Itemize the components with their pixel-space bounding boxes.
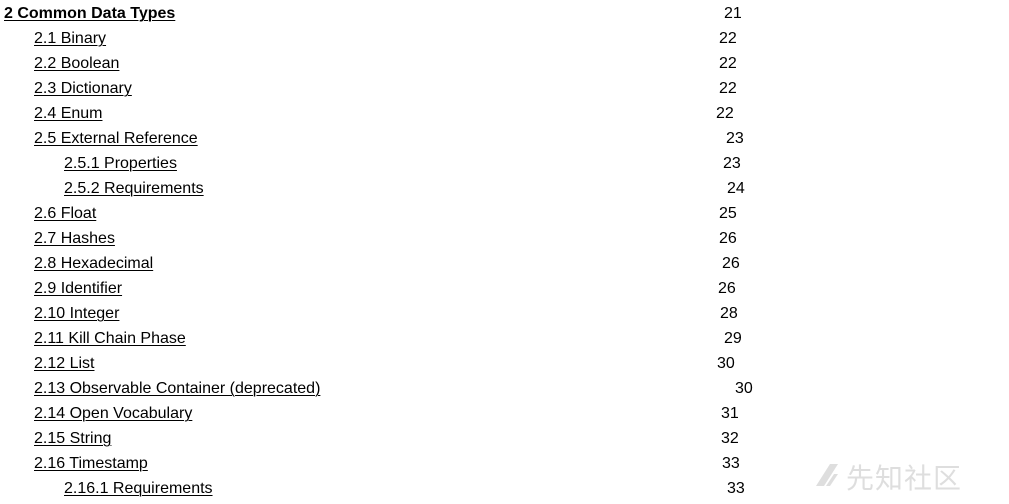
toc-entry-2-3: 2.3 Dictionary 22: [34, 76, 1004, 101]
toc-page-number: 26: [719, 230, 737, 247]
toc-link-timestamp-requirements[interactable]: 2.16.1 Requirements: [64, 480, 213, 497]
toc-entry-2-14: 2.14 Open Vocabulary 31: [34, 401, 1004, 426]
toc-page-number: 28: [720, 305, 738, 322]
toc-page-number: 23: [723, 155, 741, 172]
toc-entry-2-2: 2.2 Boolean 22: [34, 51, 1004, 76]
toc-page-number: 22: [719, 55, 737, 72]
toc-link-kill-chain-phase[interactable]: 2.11 Kill Chain Phase: [34, 330, 186, 347]
toc-page-number: 26: [718, 280, 736, 297]
toc-link-enum[interactable]: 2.4 Enum: [34, 105, 102, 122]
toc-page-number: 29: [724, 330, 742, 347]
toc-entry-2-5-2: 2.5.2 Requirements 24: [64, 176, 1004, 201]
toc-page-number: 30: [735, 380, 753, 397]
toc-page-number: 24: [727, 180, 745, 197]
toc-link-observable-container[interactable]: 2.13 Observable Container (deprecated): [34, 380, 320, 397]
toc-page-number: 23: [726, 130, 744, 147]
toc-entry-2-11: 2.11 Kill Chain Phase 29: [34, 326, 1004, 351]
toc-entry-2-1: 2.1 Binary 22: [34, 26, 1004, 51]
toc-link-hexadecimal[interactable]: 2.8 Hexadecimal: [34, 255, 153, 272]
toc-link-properties[interactable]: 2.5.1 Properties: [64, 155, 177, 172]
toc-page-number: 21: [724, 5, 742, 22]
toc-entry-2-12: 2.12 List 30: [34, 351, 1004, 376]
toc-entry-2-5-1: 2.5.1 Properties 23: [64, 151, 1004, 176]
toc-link-float[interactable]: 2.6 Float: [34, 205, 96, 222]
toc-page-number: 33: [727, 480, 745, 497]
toc-link-dictionary[interactable]: 2.3 Dictionary: [34, 80, 132, 97]
toc-entry-2-13: 2.13 Observable Container (deprecated) 3…: [34, 376, 1004, 401]
watermark-text: 先知社区: [846, 462, 963, 495]
toc-entry-2-10: 2.10 Integer 28: [34, 301, 1004, 326]
toc-page-number: 22: [719, 80, 737, 97]
toc-entry-2-15: 2.15 String 32: [34, 426, 1004, 451]
toc-entry-2-4: 2.4 Enum 22: [34, 101, 1004, 126]
watermark: 先知社区: [812, 459, 962, 495]
toc-link-requirements[interactable]: 2.5.2 Requirements: [64, 180, 204, 197]
toc-entry-2-5: 2.5 External Reference 23: [34, 126, 1004, 151]
toc-page-number: 33: [722, 455, 740, 472]
toc-link-identifier[interactable]: 2.9 Identifier: [34, 280, 122, 297]
toc-page-number: 26: [722, 255, 740, 272]
toc-page-number: 30: [717, 355, 735, 372]
toc-link-hashes[interactable]: 2.7 Hashes: [34, 230, 115, 247]
toc-entry-2-7: 2.7 Hashes 26: [34, 226, 1004, 251]
toc-link-string[interactable]: 2.15 String: [34, 430, 111, 447]
toc-page-number: 25: [719, 205, 737, 222]
toc-page-number: 22: [716, 105, 734, 122]
toc-entry-2: 2 Common Data Types 21: [4, 1, 1004, 26]
toc-link-timestamp[interactable]: 2.16 Timestamp: [34, 455, 148, 472]
toc-entry-2-6: 2.6 Float 25: [34, 201, 1004, 226]
toc-page-number: 32: [721, 430, 739, 447]
toc-link-open-vocabulary[interactable]: 2.14 Open Vocabulary: [34, 405, 192, 422]
toc-link-common-data-types[interactable]: 2 Common Data Types: [4, 5, 175, 22]
toc-link-external-reference[interactable]: 2.5 External Reference: [34, 130, 198, 147]
xianzhi-logo-icon: [812, 460, 842, 495]
toc-page-number: 22: [719, 30, 737, 47]
toc-page-number: 31: [721, 405, 739, 422]
toc-entry-2-9: 2.9 Identifier 26: [34, 276, 1004, 301]
toc-link-binary[interactable]: 2.1 Binary: [34, 30, 106, 47]
toc-entry-2-8: 2.8 Hexadecimal 26: [34, 251, 1004, 276]
toc-link-integer[interactable]: 2.10 Integer: [34, 305, 119, 322]
toc-link-list[interactable]: 2.12 List: [34, 355, 94, 372]
toc-link-boolean[interactable]: 2.2 Boolean: [34, 55, 119, 72]
